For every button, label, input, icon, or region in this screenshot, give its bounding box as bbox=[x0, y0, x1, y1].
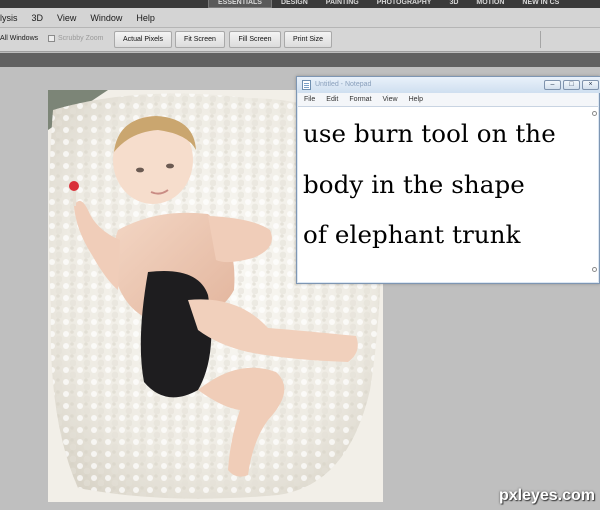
workspace-bar: ESSENTIALS DESIGN PAINTING PHOTOGRAPHY 3… bbox=[0, 0, 600, 8]
workspace-tab-3d[interactable]: 3D bbox=[440, 0, 467, 8]
app-menubar: lysis 3D View Window Help bbox=[0, 8, 600, 28]
menu-view[interactable]: View bbox=[50, 13, 83, 23]
menu-window[interactable]: Window bbox=[83, 13, 129, 23]
workspace-tab-motion[interactable]: MOTION bbox=[467, 0, 513, 8]
notepad-menu-format[interactable]: Format bbox=[343, 96, 376, 103]
watermark-text: pxleyes.com bbox=[498, 487, 595, 504]
workspace-tab-design[interactable]: DESIGN bbox=[272, 0, 317, 8]
document-tab-strip bbox=[0, 53, 600, 67]
menu-3d[interactable]: 3D bbox=[25, 13, 51, 23]
notepad-menu-edit[interactable]: Edit bbox=[320, 96, 343, 103]
scroll-marker-icon bbox=[592, 111, 597, 116]
scroll-marker-icon bbox=[592, 267, 597, 272]
menu-help[interactable]: Help bbox=[129, 13, 162, 23]
options-divider bbox=[540, 31, 541, 48]
notepad-text-line: of elephant trunk bbox=[303, 220, 521, 249]
workspace-tab-essentials[interactable]: ESSENTIALS bbox=[208, 0, 272, 8]
close-icon[interactable]: × bbox=[582, 80, 599, 90]
menu-analysis[interactable]: lysis bbox=[0, 13, 25, 23]
notepad-titlebar[interactable]: Untitled - Notepad – □ × bbox=[297, 77, 600, 93]
actual-pixels-button[interactable]: Actual Pixels bbox=[114, 31, 172, 48]
maximize-icon[interactable]: □ bbox=[563, 80, 580, 90]
all-windows-label[interactable]: All Windows bbox=[0, 35, 38, 42]
scrubby-zoom-label: Scrubby Zoom bbox=[58, 35, 104, 42]
notepad-window[interactable]: Untitled - Notepad – □ × File Edit Forma… bbox=[296, 76, 600, 284]
fit-screen-button[interactable]: Fit Screen bbox=[175, 31, 225, 48]
notepad-text-line: body in the shape bbox=[303, 170, 525, 199]
scrubby-zoom-checkbox[interactable] bbox=[48, 35, 55, 42]
workspace-tab-photography[interactable]: PHOTOGRAPHY bbox=[368, 0, 441, 8]
minimize-icon[interactable]: – bbox=[544, 80, 561, 90]
workspace-tabs: ESSENTIALS DESIGN PAINTING PHOTOGRAPHY 3… bbox=[208, 0, 568, 8]
notepad-menu-view[interactable]: View bbox=[377, 96, 403, 103]
notepad-menu-file[interactable]: File bbox=[298, 96, 320, 103]
tool-options-bar: All Windows Scrubby Zoom Actual Pixels F… bbox=[0, 28, 600, 52]
workspace-tab-painting[interactable]: PAINTING bbox=[317, 0, 368, 8]
notepad-text-line: use burn tool on the bbox=[303, 119, 556, 148]
notepad-text-area[interactable]: use burn tool on the body in the shape o… bbox=[298, 106, 598, 282]
print-size-button[interactable]: Print Size bbox=[284, 31, 332, 48]
workspace-tab-new-in-cs[interactable]: NEW IN CS bbox=[513, 0, 568, 8]
notepad-menubar: File Edit Format View Help bbox=[298, 93, 598, 106]
notepad-menu-help[interactable]: Help bbox=[403, 96, 428, 103]
notepad-title: Untitled - Notepad bbox=[315, 81, 372, 88]
fill-screen-button[interactable]: Fill Screen bbox=[229, 31, 281, 48]
notepad-app-icon bbox=[302, 80, 311, 90]
